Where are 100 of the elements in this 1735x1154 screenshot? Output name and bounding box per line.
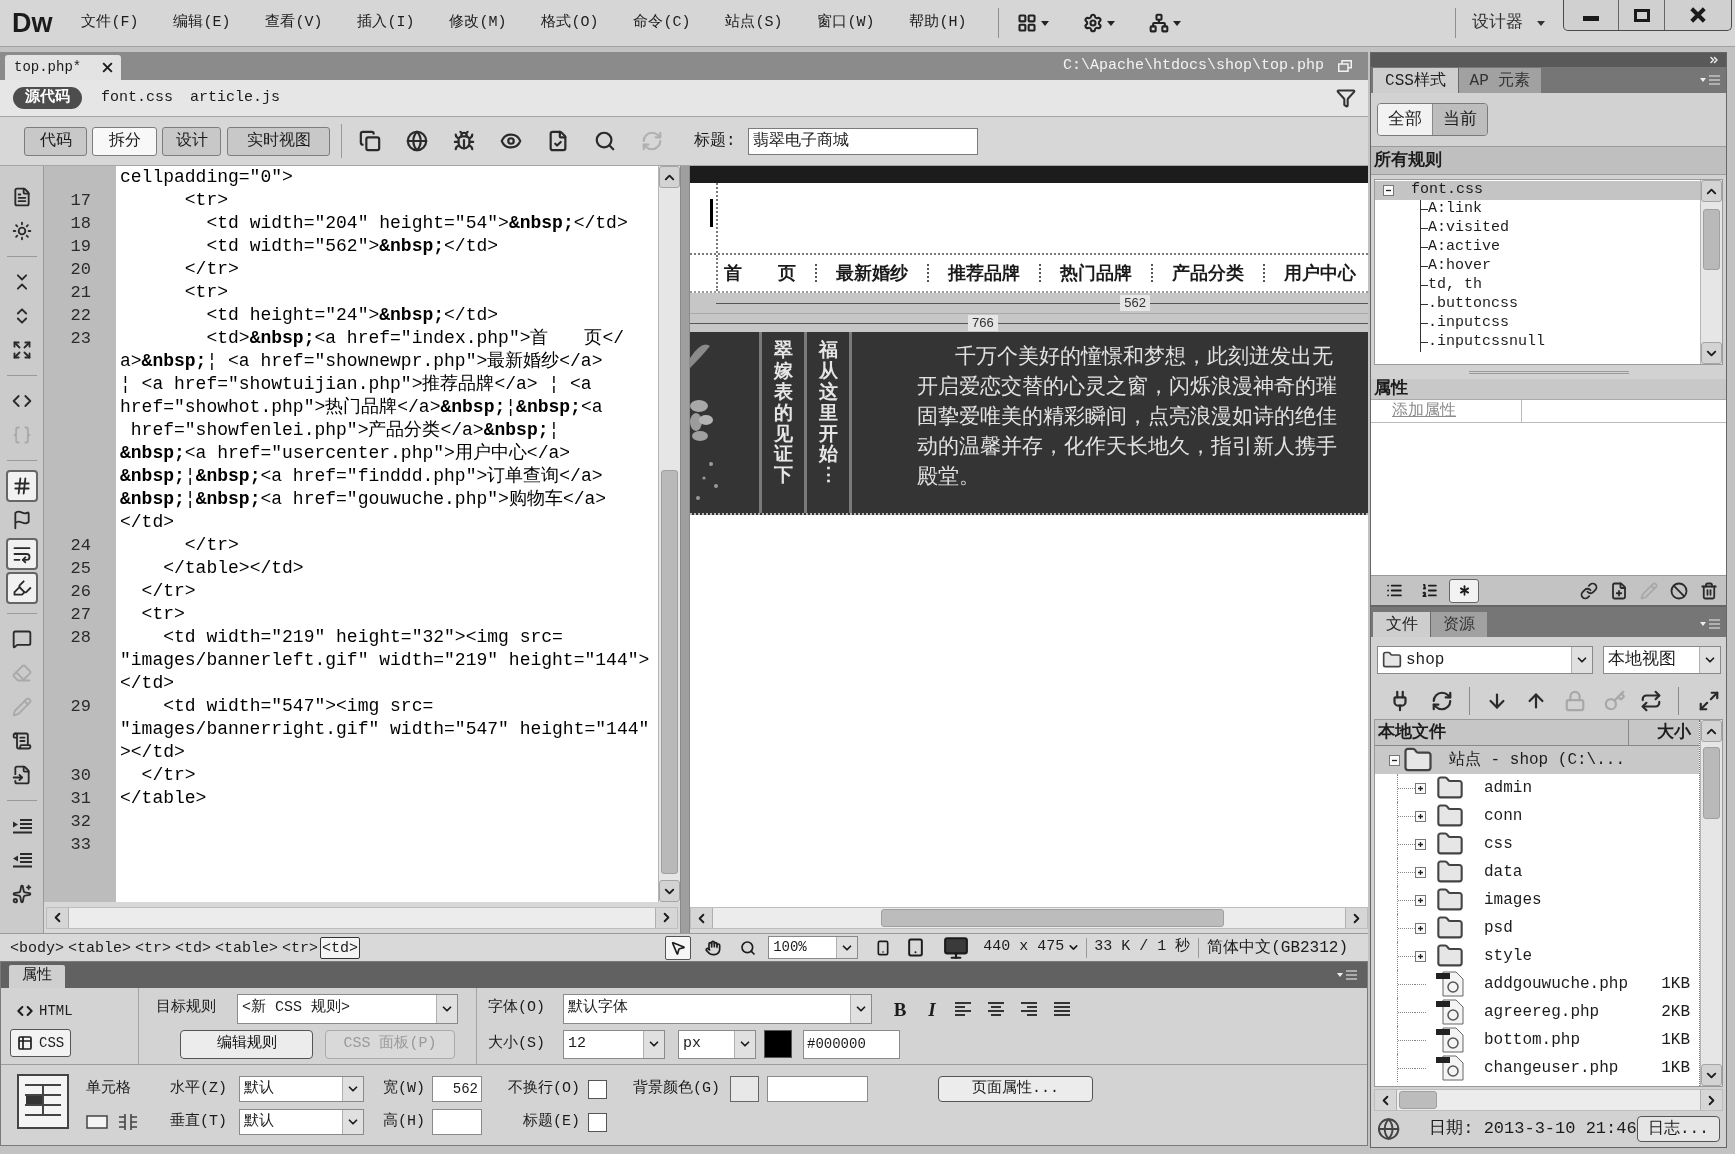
line-numbers-button[interactable] xyxy=(5,470,38,502)
scroll-right-button[interactable] xyxy=(1700,1090,1722,1110)
document-tab[interactable]: top.php* xyxy=(5,55,121,80)
menu-item[interactable]: 查看(V) xyxy=(248,10,340,36)
menu-item[interactable]: 文件(F) xyxy=(64,10,156,36)
css-rule-row[interactable]: A:visited xyxy=(1375,219,1700,238)
css-rule-row[interactable]: A:link xyxy=(1375,200,1700,219)
panel-tab[interactable]: 资源 xyxy=(1430,612,1487,637)
height-field[interactable] xyxy=(432,1109,482,1135)
view-button[interactable]: 代码 xyxy=(24,126,87,156)
file-tree-row[interactable]: data xyxy=(1375,858,1699,886)
menu-item[interactable]: 窗口(W) xyxy=(800,10,892,36)
rule-view-button[interactable]: 当前 xyxy=(1432,104,1487,135)
css-file-row[interactable]: font.css xyxy=(1375,181,1700,200)
panel-tab[interactable]: CSS样式 xyxy=(1373,68,1458,93)
nav-link[interactable]: 首 页 xyxy=(724,259,796,287)
align-left-icon[interactable] xyxy=(954,1000,972,1017)
page-title-field[interactable]: 翡翠电子商城 xyxy=(747,127,978,155)
scroll-up-button[interactable] xyxy=(1701,180,1722,202)
page-properties-button[interactable]: 页面属性... xyxy=(938,1076,1093,1102)
panel-tab[interactable]: 文件 xyxy=(1373,612,1430,637)
maximize-icon[interactable] xyxy=(1698,690,1720,712)
add-property-link[interactable]: 添加属性 xyxy=(1392,399,1456,423)
menu-item[interactable]: 格式(O) xyxy=(524,10,616,36)
tag-selector-item[interactable]: <tr> xyxy=(280,936,321,959)
ban-icon[interactable] xyxy=(1670,581,1688,600)
italic-button[interactable]: I xyxy=(920,995,944,1022)
tag-selector-item[interactable]: <td> xyxy=(173,936,214,959)
site-tree-row[interactable]: 站点 - shop (C:\... xyxy=(1375,746,1699,774)
file-tree-row[interactable]: admin xyxy=(1375,774,1699,802)
nav-link[interactable]: 用户中心 xyxy=(1284,259,1356,287)
file-tree-row[interactable]: addgouwuche.php 1KB xyxy=(1375,970,1699,998)
file-check-icon[interactable] xyxy=(547,130,569,152)
color-swatch[interactable] xyxy=(764,1030,792,1058)
scroll-left-button[interactable] xyxy=(1375,1090,1397,1110)
plus-box-icon[interactable] xyxy=(1415,866,1426,878)
column-header[interactable]: 大小 xyxy=(1629,720,1699,745)
vertical-align-dropdown[interactable]: 默认 xyxy=(239,1109,364,1135)
nav-link[interactable]: 产品分类 xyxy=(1172,259,1244,287)
scroll-down-button[interactable] xyxy=(1701,1064,1722,1086)
css-rule-row[interactable]: A:active xyxy=(1375,238,1700,257)
view-dropdown[interactable]: 本地视图 xyxy=(1603,646,1721,674)
collapse-panel-icon[interactable] xyxy=(1708,54,1720,66)
zoom-dropdown[interactable]: 100% xyxy=(768,936,859,959)
tag-selector-item[interactable]: <td> xyxy=(320,936,361,959)
width-field[interactable]: 562 xyxy=(432,1076,482,1102)
menu-item[interactable]: 站点(S) xyxy=(708,10,800,36)
related-file-tab[interactable]: 源代码 xyxy=(13,87,82,109)
view-button[interactable]: 拆分 xyxy=(92,126,157,156)
target-rule-dropdown[interactable]: <新 CSS 规则> xyxy=(237,993,458,1024)
split-cell-icon[interactable] xyxy=(117,1113,139,1131)
scroll-thumb[interactable] xyxy=(881,909,1224,927)
align-right-icon[interactable] xyxy=(1020,1000,1038,1017)
panel-menu-icon[interactable] xyxy=(1337,970,1357,980)
monitor-icon[interactable] xyxy=(943,934,970,961)
css-rule-row[interactable]: .buttoncss xyxy=(1375,295,1700,314)
tag-selector-item[interactable]: <tr> xyxy=(133,936,174,959)
align-justify-icon[interactable] xyxy=(1053,1000,1071,1017)
view-button[interactable]: 实时视图 xyxy=(227,126,330,156)
link-icon[interactable] xyxy=(1580,581,1598,600)
plus-box-icon[interactable] xyxy=(1415,810,1426,822)
scroll-thumb[interactable] xyxy=(661,470,678,874)
file-tree-row[interactable]: css xyxy=(1375,830,1699,858)
menu-item[interactable]: 帮助(H) xyxy=(892,10,984,36)
css-rule-row[interactable]: A:hover xyxy=(1375,257,1700,276)
filter-icon[interactable] xyxy=(1336,88,1356,108)
file-tree-row[interactable]: psd xyxy=(1375,914,1699,942)
syntax-coloring-button[interactable] xyxy=(5,572,38,604)
scroll-left-button[interactable] xyxy=(47,907,69,928)
panel-tab[interactable]: AP 元素 xyxy=(1458,68,1541,93)
tablet-icon[interactable] xyxy=(906,938,926,957)
font-dropdown[interactable]: 默认字体 xyxy=(563,993,872,1024)
scroll-up-button[interactable] xyxy=(1701,720,1722,742)
nav-link[interactable]: 最新婚纱 xyxy=(836,259,908,287)
unit-dropdown[interactable]: px xyxy=(678,1029,756,1059)
plus-box-icon[interactable] xyxy=(1415,782,1426,794)
copy-icon[interactable] xyxy=(359,130,381,152)
scroll-thumb[interactable] xyxy=(1703,209,1720,270)
panel-menu-icon[interactable] xyxy=(1700,75,1720,85)
close-icon[interactable] xyxy=(102,62,113,73)
background-color-field[interactable] xyxy=(767,1076,868,1102)
file-tree-row[interactable]: agreereg.php 2KB xyxy=(1375,998,1699,1026)
scroll-left-button[interactable] xyxy=(691,908,713,928)
css-rule-row[interactable]: td, th xyxy=(1375,276,1700,295)
menu-item[interactable]: 编辑(E) xyxy=(156,10,248,36)
column-header[interactable]: 本地文件 xyxy=(1375,720,1629,745)
plus-box-icon[interactable] xyxy=(1415,838,1426,850)
scroll-up-button[interactable] xyxy=(659,166,680,188)
bold-button[interactable]: B xyxy=(888,995,912,1022)
restore-window-icon[interactable] xyxy=(1338,60,1352,72)
magnifier-icon[interactable] xyxy=(594,130,616,152)
plus-box-icon[interactable] xyxy=(1415,950,1426,962)
word-wrap-button[interactable] xyxy=(5,538,38,570)
minus-box-icon[interactable] xyxy=(1389,754,1400,766)
scroll-right-button[interactable] xyxy=(655,907,677,928)
menu-item[interactable]: 修改(M) xyxy=(432,10,524,36)
file-tree-row[interactable]: style xyxy=(1375,942,1699,970)
bug-icon[interactable] xyxy=(453,130,475,152)
checkbox[interactable] xyxy=(588,1112,607,1132)
css-rule-row[interactable]: .inputcss xyxy=(1375,314,1700,333)
